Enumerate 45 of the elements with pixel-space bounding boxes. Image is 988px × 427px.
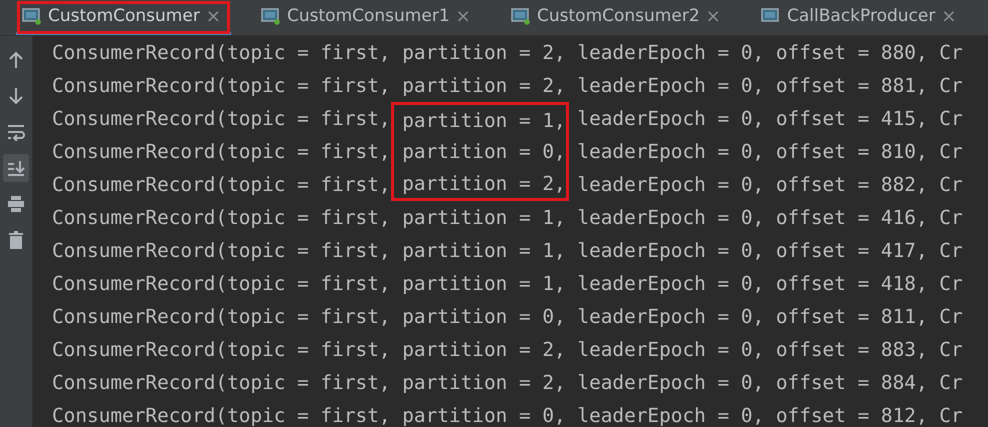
- console-text: leaderEpoch = 0, offset = 881, Cr: [577, 74, 963, 97]
- close-icon[interactable]: ×: [456, 6, 471, 26]
- console-text: leaderEpoch = 0, offset = 880, Cr: [577, 41, 963, 64]
- console-text: ConsumerRecord(topic = first,: [52, 371, 391, 394]
- console-text: ConsumerRecord(topic = first,: [52, 404, 391, 427]
- console-text: leaderEpoch = 0, offset = 415, Cr: [577, 107, 963, 130]
- console-text: partition = 1,: [402, 206, 566, 229]
- console-text: partition = 2,: [402, 338, 566, 361]
- console-text: partition = 2,: [402, 74, 566, 97]
- console-text: leaderEpoch = 0, offset = 811, Cr: [577, 305, 963, 328]
- console-text: ConsumerRecord(topic = first,: [52, 272, 391, 295]
- console-text: ConsumerRecord(topic = first,: [52, 74, 391, 97]
- console-text: leaderEpoch = 0, offset = 416, Cr: [577, 206, 963, 229]
- console-text: ConsumerRecord(topic = first,: [52, 305, 391, 328]
- console-text: partition = 1,: [402, 239, 566, 262]
- run-tab[interactable]: CustomConsumer2 ×: [481, 0, 731, 35]
- console-text: partition = 1,: [402, 272, 566, 295]
- console-text: ConsumerRecord(topic = first,: [52, 338, 391, 361]
- console-text: leaderEpoch = 0, offset = 812, Cr: [577, 404, 963, 427]
- console-text: partition = 2,: [402, 371, 566, 394]
- console-text: partition = 2,: [402, 41, 566, 64]
- run-tab[interactable]: CallBackProducer ×: [731, 0, 981, 35]
- console-text: leaderEpoch = 0, offset = 882, Cr: [577, 173, 963, 196]
- console-text: ConsumerRecord(topic = first,: [52, 140, 391, 163]
- console-text: partition = 0,: [390, 135, 569, 168]
- console-text: ConsumerRecord(topic = first,: [52, 41, 391, 64]
- console-text: leaderEpoch = 0, offset = 418, Cr: [577, 272, 963, 295]
- console-text: leaderEpoch = 0, offset = 883, Cr: [577, 338, 963, 361]
- run-tab[interactable]: CustomConsumer ×: [16, 0, 231, 35]
- console-text: partition = 0,: [402, 404, 566, 427]
- console-text: leaderEpoch = 0, offset = 884, Cr: [577, 371, 963, 394]
- console-text: ConsumerRecord(topic = first,: [52, 173, 391, 196]
- console-text: partition = 1,: [390, 102, 569, 135]
- console-text: leaderEpoch = 0, offset = 417, Cr: [577, 239, 963, 262]
- console-text: partition = 2,: [390, 168, 569, 201]
- close-icon[interactable]: ×: [941, 6, 956, 26]
- scroll-to-end-icon[interactable]: [3, 154, 29, 182]
- console-text: partition = 0,: [402, 305, 566, 328]
- console-text: ConsumerRecord(topic = first,: [52, 239, 391, 262]
- close-icon[interactable]: ×: [206, 6, 221, 26]
- close-icon[interactable]: ×: [706, 6, 721, 26]
- console-text: ConsumerRecord(topic = first,: [52, 107, 391, 130]
- console-text: leaderEpoch = 0, offset = 810, Cr: [577, 140, 963, 163]
- console-text: ConsumerRecord(topic = first,: [52, 206, 391, 229]
- run-tab[interactable]: CustomConsumer1 ×: [231, 0, 481, 35]
